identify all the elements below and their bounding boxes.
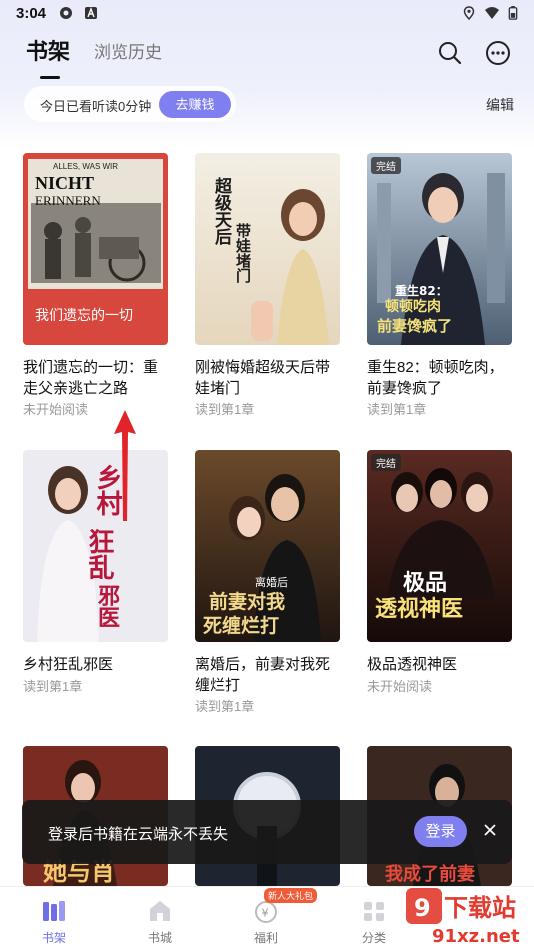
more-options-icon[interactable] [485,40,511,66]
book-title[interactable]: 极品透视神医 [367,654,512,675]
completed-badge: 完结 [371,157,401,174]
tab-bookshelf[interactable]: 书架 [26,34,70,66]
close-icon[interactable] [480,820,500,840]
search-icon[interactable] [437,40,463,66]
app-notification-icon [60,7,72,19]
new-user-gift-badge: 新人大礼包 [264,888,318,903]
nav-bookstore[interactable]: 书城 [120,887,200,950]
book-progress: 读到第1章 [367,402,427,417]
nav-label: 书城 [147,931,172,945]
book-cover[interactable]: 超级天后 带娃堵门 [195,153,340,345]
category-icon [364,902,384,921]
status-bar: 3:04 [0,0,534,28]
svg-text:重生82：: 重生82： [395,283,448,298]
up-arrow-icon [114,410,136,521]
book-cover[interactable]: 极品 透视神医 完结 [367,450,512,642]
reading-stats-text: 今日已看听读0分钟 [40,99,152,114]
svg-text:透视神医: 透视神医 [375,596,463,622]
svg-text:顿顿吃肉: 顿顿吃肉 [385,298,441,315]
svg-text:狂乱: 狂乱 [84,528,114,580]
toast-login-button[interactable]: 登录 [414,816,467,847]
login-toast: 登录后书籍在云端永不丢失 登录 [22,800,512,864]
book-title[interactable]: 乡村狂乱邪医 [23,654,168,675]
svg-text:¥: ¥ [262,907,269,920]
nav-label: 福利 [253,931,278,945]
book-progress: 未开始阅读 [367,679,433,694]
nav-label: 书架 [41,931,66,945]
book-cover[interactable]: ALLES, WAS WIR NICHT ERINNERN 我们遗忘的一切 [23,153,168,345]
nav-category[interactable]: 分类 [334,887,414,950]
a-notification-icon [85,7,97,19]
toast-message: 登录后书籍在云端永不丢失 [48,826,229,843]
earn-money-button[interactable]: 去赚钱 [159,91,231,118]
location-icon [463,6,475,20]
book-progress: 未开始阅读 [23,402,89,417]
watermark-brand: 下载站 [444,894,516,922]
store-icon [150,901,170,921]
completed-badge: 完结 [371,454,401,471]
svg-text:离婚后: 离婚后 [255,575,288,589]
book-title[interactable]: 重生82：顿顿吃肉，前妻馋疯了 [367,357,512,399]
book-title[interactable]: 刚被悔婚超级天后带娃堵门 [195,357,340,399]
book-title[interactable]: 离婚后，前妻对我死缠烂打 [195,654,340,696]
svg-text:超级天后: 超级天后 [211,176,232,246]
battery-icon [508,6,518,20]
svg-text:9: 9 [414,894,431,922]
tab-active-indicator [40,76,60,79]
book-title[interactable]: 我们遗忘的一切：重走父亲逃亡之路 [23,357,168,399]
edit-button[interactable]: 编辑 [486,95,514,115]
books-icon [43,901,65,921]
watermark-domain: 91xz.net [432,926,520,947]
svg-text:前妻对我: 前妻对我 [209,590,285,613]
status-time: 3:04 [16,5,47,22]
book-progress: 读到第1章 [195,699,255,714]
book-cover[interactable]: 乡村 狂乱 邪医 [23,450,168,642]
svg-text:ERINNERN: ERINNERN [35,193,101,208]
svg-text:带娃堵门: 带娃堵门 [234,223,252,284]
site-watermark-logo: 9 下载站 91xz.net [406,888,520,947]
svg-text:前妻馋疯了: 前妻馋疯了 [377,317,452,335]
nav-label: 分类 [361,931,386,945]
svg-text:死缠烂打: 死缠烂打 [203,614,279,637]
svg-text:我成了前妻: 我成了前妻 [385,863,475,885]
book-progress: 读到第1章 [195,402,255,417]
svg-text:NICHT: NICHT [35,173,94,193]
tab-browse-history[interactable]: 浏览历史 [94,38,162,63]
svg-text:ALLES, WAS WIR: ALLES, WAS WIR [53,162,118,171]
book-progress: 读到第1章 [23,679,83,694]
wifi-icon [485,7,499,19]
book-cover[interactable]: 重生82： 顿顿吃肉 前妻馋疯了 完结 [367,153,512,345]
cover-title-text: 我们遗忘的一切 [35,308,133,324]
book-cover[interactable]: 离婚后 前妻对我 死缠烂打 [195,450,340,642]
svg-text:邪医: 邪医 [94,584,121,628]
nav-bookshelf[interactable]: 书架 [14,887,94,950]
svg-text:极品: 极品 [403,571,447,596]
